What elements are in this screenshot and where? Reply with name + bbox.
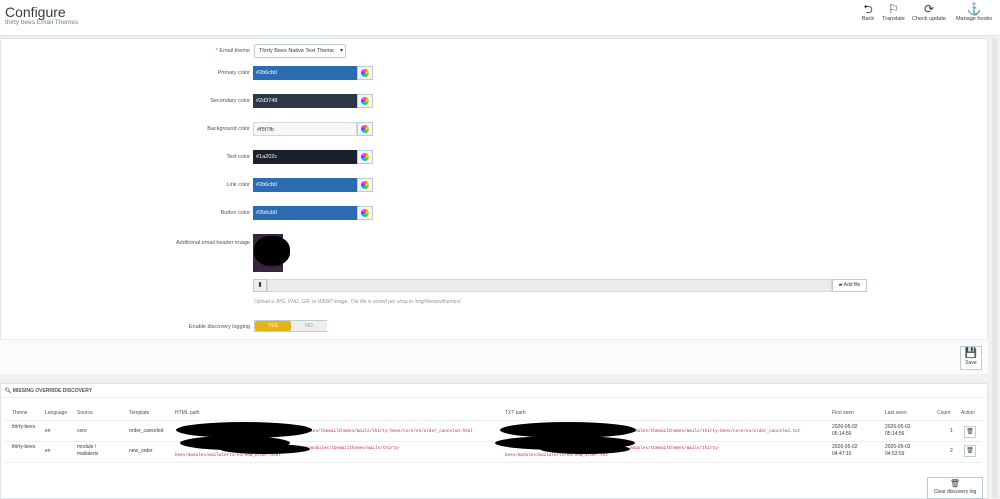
toggle-no[interactable]: NO — [291, 321, 327, 331]
column-template: Template — [129, 410, 150, 416]
manage-hooks-button[interactable]: ⚓ Manage hooks — [952, 2, 996, 22]
file-upload-row: ▮ ▰ Add file — [253, 279, 867, 292]
anchor-icon: ⚓ — [966, 2, 982, 16]
delete-button[interactable]: 🗑 — [964, 426, 976, 438]
row2-first-seen: 2026-05-02 04:47:10 — [832, 444, 858, 457]
scrollbar[interactable] — [992, 38, 998, 498]
check-update-button[interactable]: ⟳ Check update — [910, 2, 948, 22]
redaction — [220, 444, 310, 454]
row2-language: en — [45, 448, 51, 454]
chevron-down-icon: ▾ — [339, 48, 343, 54]
text-color-picker[interactable] — [357, 150, 373, 164]
row1-count: 1 — [950, 428, 953, 434]
flag-icon: ⚐ — [888, 2, 899, 16]
page-subtitle: thirty bees Email Themes — [5, 19, 79, 26]
color-wheel-icon — [361, 153, 369, 161]
row2-template: new_order — [129, 448, 153, 454]
redaction — [254, 236, 290, 266]
toggle-yes[interactable]: YES — [255, 321, 291, 331]
color-wheel-icon — [361, 97, 369, 105]
panel-footer — [0, 339, 988, 374]
row2-count: 2 — [950, 448, 953, 454]
file-icon[interactable]: ▮ — [253, 279, 267, 292]
row1-html-path: modules/tbemailthemes/mails/thirty-bees/… — [300, 429, 473, 434]
text-color-label: Text color — [226, 154, 250, 160]
primary-color-picker[interactable] — [357, 66, 373, 80]
row1-theme: thirty-bees — [12, 424, 36, 430]
column-source: Source — [77, 410, 93, 416]
trash-icon: 🗑 — [966, 448, 974, 454]
background-color-label: Background color — [207, 126, 250, 132]
file-input[interactable] — [267, 279, 832, 292]
row1-language: en — [45, 428, 51, 434]
text-color-input[interactable]: #1a202c — [253, 150, 357, 164]
column-txt-path: TXT path — [505, 410, 526, 416]
discovery-panel-heading: 🔍︎ MISSING OVERRIDE DISCOVERY — [5, 388, 93, 394]
button-color-input[interactable]: #2b6cb0 — [253, 206, 357, 220]
row1-source: core — [77, 428, 87, 434]
email-theme-label: * Email theme — [215, 48, 250, 54]
row1-first-seen: 2026-05-02 05:14:56 — [832, 424, 858, 437]
row2-last-seen: 2026-05-02 04:53:59 — [885, 444, 911, 457]
color-wheel-icon — [361, 209, 369, 217]
save-button[interactable]: 💾 Save — [960, 346, 982, 370]
color-wheel-icon — [361, 69, 369, 77]
translate-button[interactable]: ⚐ Translate — [880, 2, 907, 22]
add-file-button[interactable]: ▰ Add file — [832, 279, 867, 292]
column-last-seen: Last seen — [885, 410, 907, 416]
search-icon: 🔍︎ — [5, 388, 12, 394]
page-header: Configure thirty bees Email Themes ⮌ Bac… — [0, 0, 1000, 36]
email-theme-select[interactable]: Thirty Bees Native Text Theme ▾ — [254, 44, 346, 58]
primary-color-input[interactable]: #2b6cb0 — [253, 66, 357, 80]
back-icon: ⮌ — [863, 2, 873, 16]
column-first-seen: First seen — [832, 410, 854, 416]
discovery-logging-label: Enable discovery logging — [188, 324, 250, 330]
secondary-color-label: Secondary color — [210, 98, 250, 104]
link-color-picker[interactable] — [357, 178, 373, 192]
row2-source: module / mailalerts — [77, 444, 99, 457]
discovery-logging-toggle[interactable]: YES NO — [254, 320, 327, 332]
delete-button[interactable]: 🗑 — [964, 445, 976, 457]
trash-icon: 🗑 — [966, 429, 974, 435]
header-image-label: Additional email header image — [176, 240, 250, 246]
row1-txt-path: modules/tbemailthemes/mails/thirty-bees/… — [630, 429, 801, 434]
column-language: Language — [45, 410, 68, 416]
row1-template: order_canceled — [129, 428, 164, 434]
background-color-input[interactable]: #f5f7fb — [253, 122, 357, 136]
column-html-path: HTML path — [175, 410, 200, 416]
back-button[interactable]: ⮌ Back — [858, 2, 878, 22]
redaction — [540, 444, 630, 454]
column-theme: Theme — [12, 410, 28, 416]
trash-icon: 🗑 — [949, 479, 961, 488]
secondary-color-picker[interactable] — [357, 94, 373, 108]
button-color-picker[interactable] — [357, 206, 373, 220]
row2-txt-path-a: modules/tbemailthemes/mails/thirty- — [630, 446, 721, 451]
color-wheel-icon — [361, 125, 369, 133]
column-action: Action — [961, 410, 975, 416]
refresh-icon: ⟳ — [923, 2, 935, 16]
save-icon: 💾 — [964, 348, 978, 359]
row1-last-seen: 2026-05-02 05:14:56 — [885, 424, 911, 437]
secondary-color-input[interactable]: #2d3748 — [253, 94, 357, 108]
color-wheel-icon — [361, 181, 369, 189]
background-color-picker[interactable] — [357, 122, 373, 136]
page-title: Configure — [5, 4, 66, 20]
upload-help-text: Upload a JPG, PNG, GIF, or WEBP image. T… — [254, 299, 462, 305]
row2-theme: thirty-bees — [12, 444, 36, 450]
link-color-label: Link color — [226, 182, 250, 188]
column-count: Count — [937, 410, 951, 416]
link-color-input[interactable]: #2b6cb0 — [253, 178, 357, 192]
clear-discovery-log-button[interactable]: 🗑 Clear discovery log — [927, 477, 983, 499]
button-color-label: Button color — [220, 210, 250, 216]
primary-color-label: Primary color — [217, 70, 250, 76]
